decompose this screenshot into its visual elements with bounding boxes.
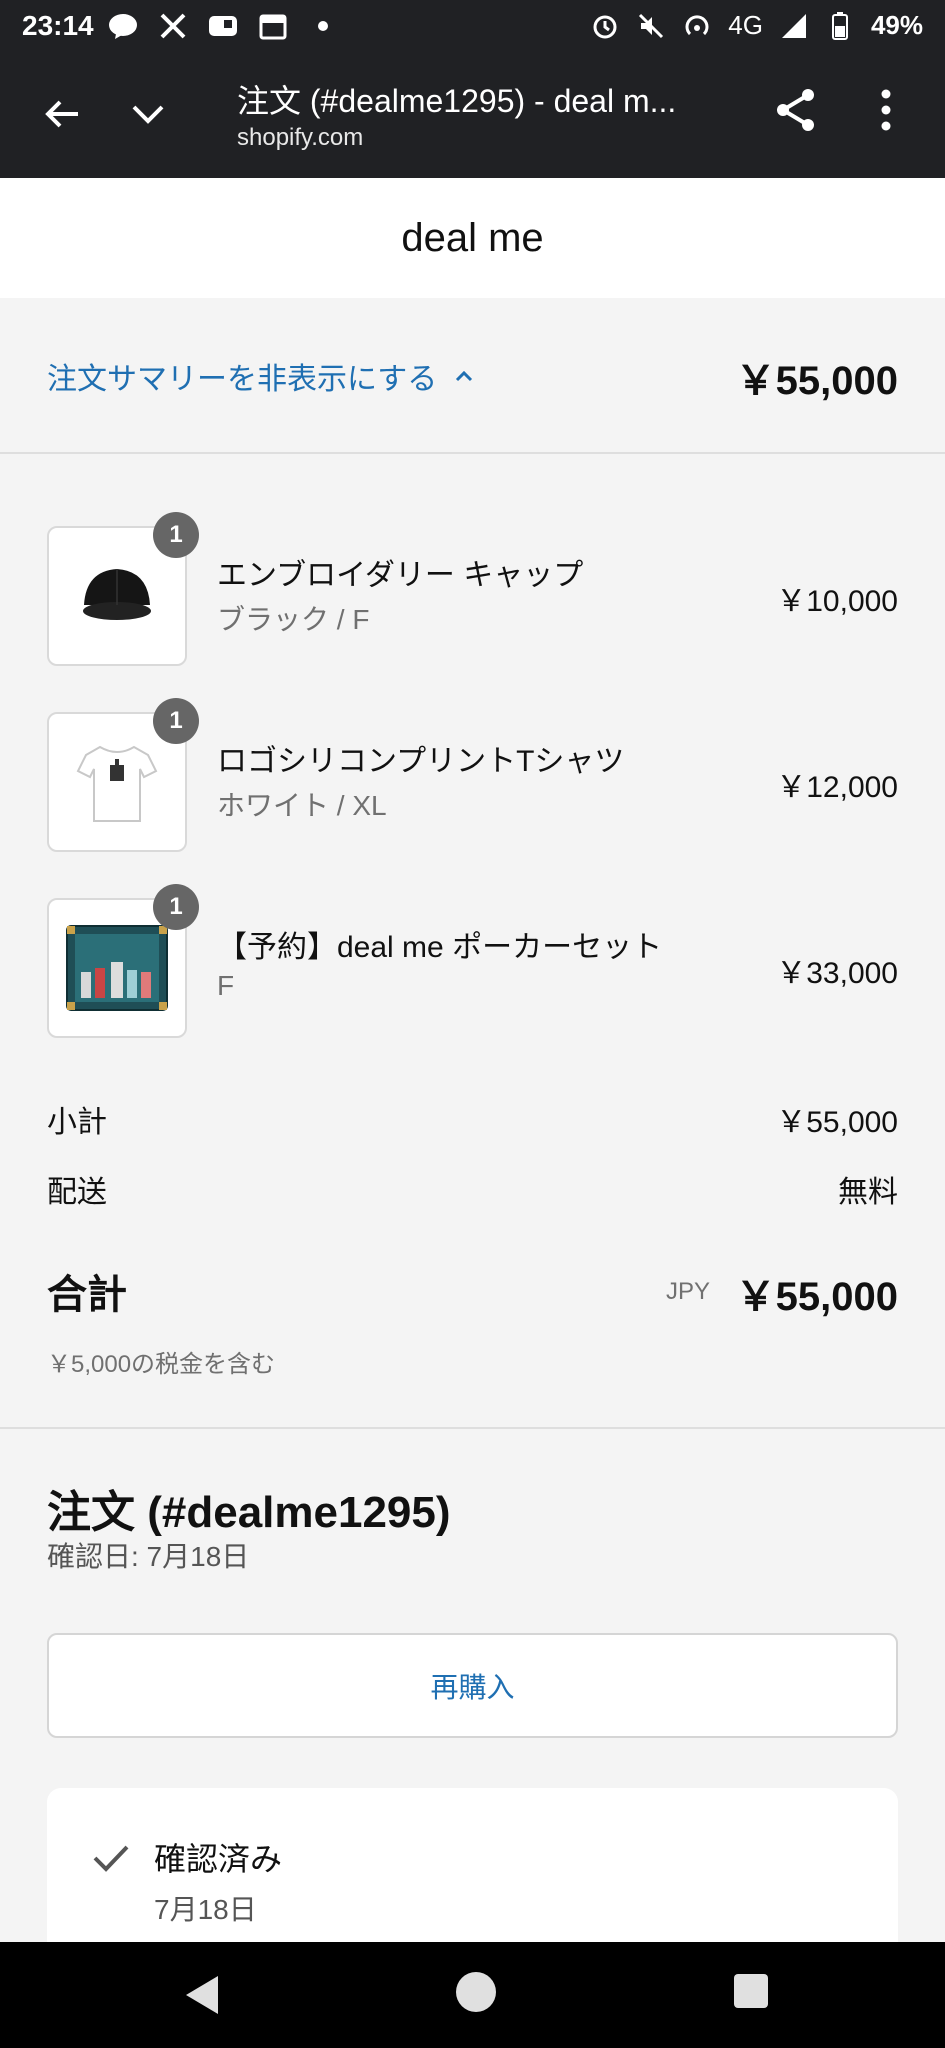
message-icon [208,12,238,40]
shipping-row: 配送 無料 [47,1167,898,1211]
dot-icon [308,12,338,40]
back-arrow-icon[interactable] [38,90,86,138]
more-vert-icon[interactable] [866,84,906,136]
signal-icon [779,12,809,40]
chevron-down-icon[interactable] [124,90,172,138]
mute-icon [636,12,666,40]
clock: 23:14 [22,10,94,41]
chevron-up-icon [456,370,473,382]
item-name: 【予約】deal me ポーカーセット [217,931,663,964]
summary-total: ￥55,000 [735,359,898,403]
subtotal-label: 小計 [47,1106,107,1139]
page-url[interactable]: shopify.com [237,124,363,152]
line-item: 1 エンブロイダリー キャップ ブラック / F ￥10,000 [47,512,898,666]
total-value: ￥55,000 [735,1275,898,1319]
system-icons: 4G 49% [590,10,923,41]
status-date: 7月18日 [154,1894,257,1925]
browser-toolbar: 注文 (#dealme1295) - deal m... shopify.com [0,54,945,178]
status-label: 確認済み [154,1841,283,1877]
tax-note: ￥5,000の税金を含む [47,1351,276,1378]
quantity-badge: 1 [153,698,199,744]
shipping-value: 無料 [838,1176,898,1209]
order-title: 注文 (#dealme1295) [47,1488,451,1537]
line-item: 1 【予約】deal me ポーカーセット F ￥33,000 [47,884,898,1038]
notification-icons [108,12,338,40]
page-title[interactable]: 注文 (#dealme1295) - deal m... [237,76,676,122]
item-price: ￥10,000 [776,585,898,618]
navigation-bar [0,1942,945,2048]
poker-set-image-icon [66,925,168,1011]
tshirt-image-icon [76,745,158,822]
currency-code: JPY [665,1278,710,1305]
subtotal-row: 小計 ￥55,000 [47,1097,898,1141]
shipping-label: 配送 [47,1176,107,1209]
total-label: 合計 [47,1273,127,1317]
item-variant: F [217,970,235,1001]
shop-name[interactable]: deal me [0,178,945,298]
cap-image-icon [83,569,151,620]
hotspot-icon [682,12,712,40]
item-price: ￥33,000 [776,957,898,990]
check-icon [93,1845,129,1872]
battery-icon [825,11,855,40]
divider [0,1427,945,1429]
item-name: ロゴシリコンプリントTシャツ [217,745,625,778]
status-bar: 23:14 4G 49% [0,0,945,54]
alarm-icon [590,12,620,40]
item-name: エンブロイダリー キャップ [217,559,584,592]
item-variant: ブラック / F [217,604,370,635]
calendar-icon [258,12,288,40]
nav-back-icon[interactable] [182,1972,228,2018]
line-item: 1 ロゴシリコンプリントTシャツ ホワイト / XL ￥12,000 [47,698,898,852]
x-icon [158,12,188,40]
item-price: ￥12,000 [776,771,898,804]
subtotal-value: ￥55,000 [776,1106,898,1139]
item-variant: ホワイト / XL [217,790,387,821]
confirmed-date: 確認日: 7月18日 [47,1541,250,1572]
line-icon [108,12,138,40]
hide-summary-link[interactable]: 注文サマリーを非表示にする [47,354,475,398]
network-type: 4G [728,10,763,40]
nav-home-icon[interactable] [456,1972,496,2012]
rebuy-button[interactable]: 再購入 [47,1633,898,1738]
hide-summary-label: 注文サマリーを非表示にする [47,363,438,396]
nav-recents-icon[interactable] [734,1974,768,2008]
order-summary-toggle[interactable]: 注文サマリーを非表示にする ￥55,000 [0,298,945,454]
quantity-badge: 1 [153,884,199,930]
share-icon[interactable] [770,84,822,136]
quantity-badge: 1 [153,512,199,558]
total-row: 合計 JPY ￥55,000 [47,1262,898,1322]
battery-level: 49% [870,10,923,40]
